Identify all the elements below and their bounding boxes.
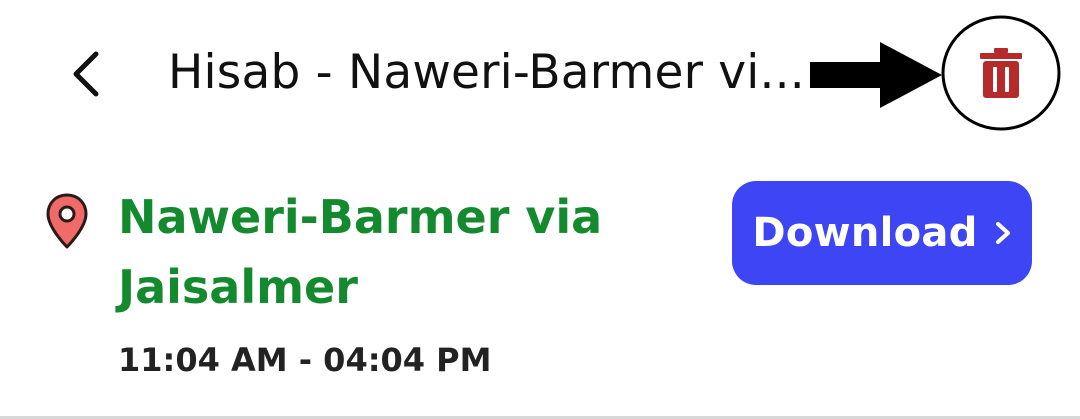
top-app-bar: Hisab - Naweri-Barmer vi... [0, 0, 1080, 150]
chevron-left-icon [73, 51, 99, 97]
chevron-right-icon [995, 222, 1010, 244]
page-title: Hisab - Naweri-Barmer vi... [168, 45, 805, 100]
annotation-arrow-icon [810, 42, 942, 108]
delete-button[interactable] [972, 44, 1030, 102]
trash-icon [980, 48, 1022, 98]
trip-detail-screen: Hisab - Naweri-Barmer vi... Naweri-Barme… [0, 0, 1080, 419]
route-card: Naweri-Barmer via Jaisalmer 11:04 AM - 0… [0, 150, 1080, 419]
back-button[interactable] [56, 44, 116, 104]
map-pin-icon [46, 193, 88, 249]
trip-time-range: 11:04 AM - 04:04 PM [118, 341, 492, 379]
download-label: Download [752, 210, 978, 256]
download-button[interactable]: Download [732, 181, 1032, 285]
route-name: Naweri-Barmer via Jaisalmer [118, 190, 603, 314]
